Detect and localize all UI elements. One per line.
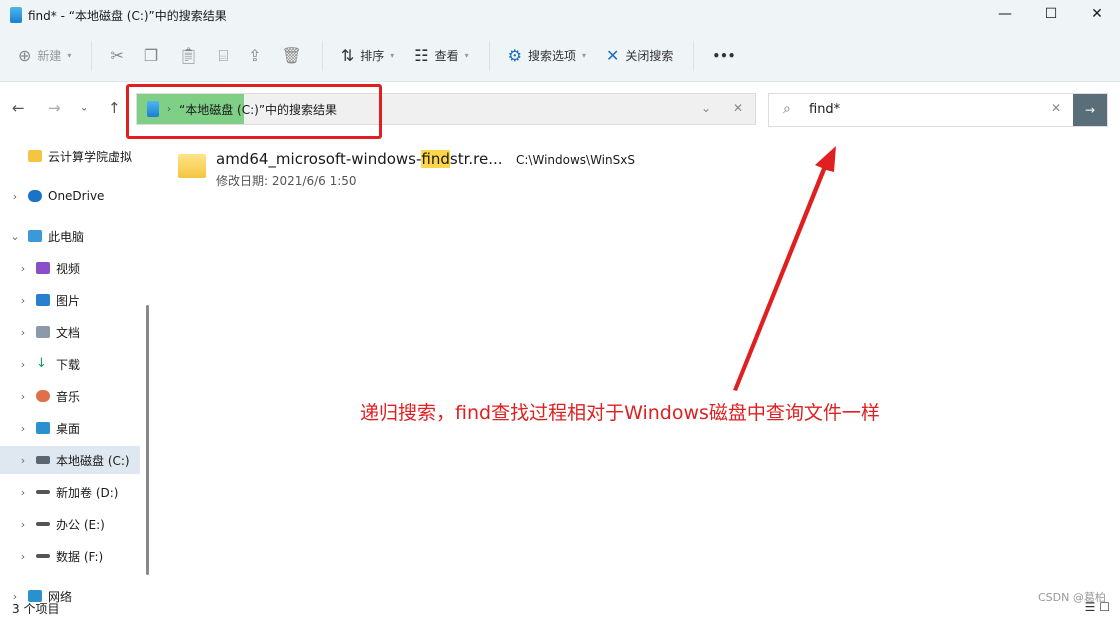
- annotation-arrow: [733, 146, 836, 391]
- red-arrow: [733, 146, 836, 391]
- annotation-text: 递归搜索，find查找过程相对于Windows磁盘中查询文件一样: [360, 402, 880, 424]
